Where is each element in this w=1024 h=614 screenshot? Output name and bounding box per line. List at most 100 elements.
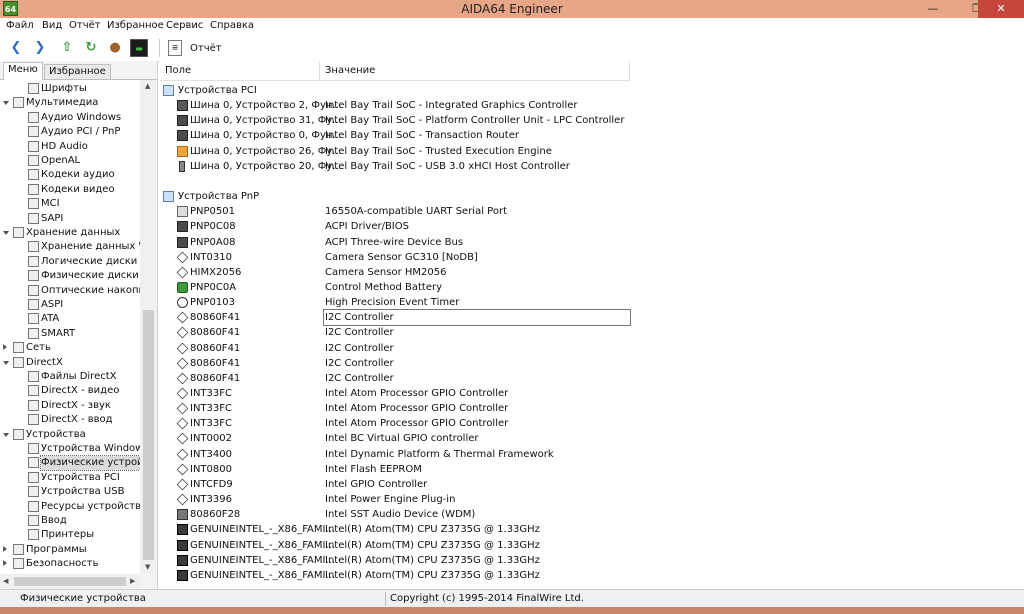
device-row[interactable]: INTCFD9 Intel GPIO Controller — [160, 477, 1024, 492]
tree-item[interactable]: ASPI — [0, 298, 140, 312]
tree-item[interactable]: Программы — [0, 543, 140, 557]
device-row[interactable]: PNP0C08 ACPI Driver/BIOS — [160, 219, 1024, 234]
menu-report[interactable]: Отчёт — [69, 20, 101, 31]
tree-item[interactable]: Хранение данных W — [0, 240, 140, 254]
tree-item[interactable]: Устройства Window — [0, 442, 140, 456]
collapse-toggle-icon[interactable] — [3, 101, 9, 106]
tree-item[interactable]: DirectX - видео — [0, 384, 140, 398]
scroll-left-icon[interactable]: ◀ — [3, 577, 8, 585]
tree-item[interactable]: DirectX — [0, 356, 140, 370]
device-row[interactable]: INT33FC Intel Atom Processor GPIO Control… — [160, 386, 1024, 401]
device-row[interactable]: GENUINEINTEL_-_X86_FAMI... Intel(R) Atom(… — [160, 553, 1024, 568]
tree-hscroll-thumb[interactable] — [14, 577, 126, 586]
device-row[interactable]: 80860F41 I2C Controller — [160, 341, 1024, 356]
device-row[interactable]: INT0002 Intel BC Virtual GPIO controller — [160, 431, 1024, 446]
menu-favorites[interactable]: Избранное — [107, 20, 164, 31]
menu-file[interactable]: Файл — [6, 20, 34, 31]
tree-item[interactable]: Ввод — [0, 514, 140, 528]
device-row[interactable]: 80860F41 I2C Controller — [160, 371, 1024, 386]
tree-item[interactable]: Устройства PCI — [0, 471, 140, 485]
tree-item[interactable]: Хранение данных — [0, 226, 140, 240]
tab-menu[interactable]: Меню — [3, 62, 43, 80]
tree-item[interactable]: Сеть — [0, 341, 140, 355]
users-icon[interactable]: ● — [106, 39, 124, 57]
scroll-right-icon[interactable]: ▶ — [130, 577, 135, 585]
expand-toggle-icon[interactable] — [3, 560, 7, 567]
menu-service[interactable]: Сервис — [166, 20, 203, 31]
device-row[interactable]: GENUINEINTEL_-_X86_FAMI... Intel(R) Atom(… — [160, 568, 1024, 583]
tree-scroll-thumb[interactable] — [143, 310, 154, 560]
device-row[interactable]: Шина 0, Устройство 31, Фу... Intel Bay Tr… — [160, 113, 1024, 128]
device-row[interactable]: HIMX2056 Camera Sensor HM2056 — [160, 265, 1024, 280]
device-row[interactable]: INT0800 Intel Flash EEPROM — [160, 462, 1024, 477]
expand-toggle-icon[interactable] — [3, 545, 7, 552]
tree-item[interactable]: MCI — [0, 197, 140, 211]
scroll-down-icon[interactable]: ▼ — [145, 563, 150, 571]
report-button[interactable]: Отчёт — [190, 43, 222, 54]
tree-item[interactable]: Физические устрой — [0, 455, 140, 472]
device-row[interactable]: PNP0103 High Precision Event Timer — [160, 295, 1024, 310]
tree-item[interactable]: Физические диски — [0, 269, 140, 283]
device-row[interactable]: 80860F41 I2C Controller — [160, 325, 1024, 340]
device-row[interactable]: PNP0A08 ACPI Three-wire Device Bus — [160, 235, 1024, 250]
tree-item[interactable]: Оптические накопи — [0, 284, 140, 298]
menu-view[interactable]: Вид — [42, 20, 62, 31]
device-row[interactable]: INT3400 Intel Dynamic Platform & Thermal … — [160, 447, 1024, 462]
tree-item[interactable]: SMART — [0, 327, 140, 341]
device-row[interactable]: GENUINEINTEL_-_X86_FAMI... Intel(R) Atom(… — [160, 522, 1024, 537]
monitor-icon[interactable]: ▬ — [130, 39, 148, 57]
tree-item[interactable]: Мультимедиа — [0, 96, 140, 110]
tab-favorites[interactable]: Избранное — [44, 64, 111, 79]
tree-item[interactable]: Аудио PCI / PnP — [0, 125, 140, 139]
refresh-icon[interactable]: ↻ — [82, 39, 100, 57]
tree-item[interactable]: Логические диски — [0, 255, 140, 269]
tree-item[interactable]: Ресурсы устройств — [0, 500, 140, 514]
report-icon[interactable]: ≡ — [168, 40, 182, 56]
forward-arrow-icon[interactable]: ❯ — [31, 39, 49, 57]
back-arrow-icon[interactable]: ❮ — [7, 39, 25, 57]
tree-horizontal-scrollbar[interactable]: ◀ ▶ — [0, 574, 140, 589]
device-row[interactable]: Шина 0, Устройство 2, Фун... Intel Bay Tr… — [160, 98, 1024, 113]
scroll-up-icon[interactable]: ▲ — [145, 82, 150, 90]
menu-help[interactable]: Справка — [210, 20, 254, 31]
collapse-toggle-icon[interactable] — [3, 231, 9, 235]
collapse-toggle-icon[interactable] — [3, 360, 9, 365]
column-header-value[interactable]: Значение — [320, 61, 630, 81]
expand-toggle-icon[interactable] — [3, 344, 7, 351]
tree-item[interactable]: DirectX - звук — [0, 399, 140, 413]
tree-item[interactable]: HD Audio — [0, 140, 140, 154]
up-arrow-icon[interactable]: ⇧ — [58, 39, 76, 57]
tree-vertical-scrollbar[interactable]: ▲ ▼ — [140, 80, 157, 574]
column-header-field[interactable]: Поле — [160, 61, 320, 81]
device-row[interactable]: 80860F41 I2C Controller — [160, 356, 1024, 371]
tree-item[interactable]: OpenAL — [0, 154, 140, 168]
device-row[interactable]: PNP0C0A Control Method Battery — [160, 280, 1024, 295]
tree-item[interactable]: Файлы DirectX — [0, 370, 140, 384]
device-row[interactable]: INT3396 Intel Power Engine Plug-in — [160, 492, 1024, 507]
tree-item[interactable]: Безопасность — [0, 557, 140, 571]
tree-item[interactable]: DirectX - ввод — [0, 413, 140, 427]
device-row[interactable]: 80860F28 Intel SST Audio Device (WDM) — [160, 507, 1024, 522]
tree-item[interactable]: SAPI — [0, 212, 140, 226]
device-row[interactable]: Шина 0, Устройство 0, Фун... Intel Bay Tr… — [160, 128, 1024, 143]
group-header[interactable]: Устройства PnP — [160, 189, 1024, 204]
group-header[interactable]: Устройства PCI — [160, 83, 1024, 98]
device-row[interactable]: GENUINEINTEL_-_X86_FAMI... Intel(R) Atom(… — [160, 538, 1024, 553]
device-row[interactable]: Шина 0, Устройство 26, Фу... Intel Bay Tr… — [160, 144, 1024, 159]
collapse-toggle-icon[interactable] — [3, 432, 9, 437]
device-row[interactable]: INT33FC Intel Atom Processor GPIO Control… — [160, 416, 1024, 431]
minimize-button[interactable]: — — [918, 0, 948, 18]
tree-item[interactable]: Шрифты — [0, 82, 140, 96]
device-row[interactable]: Шина 0, Устройство 20, Фу... Intel Bay Tr… — [160, 159, 1024, 174]
device-row[interactable]: 80860F41 I2C Controller — [160, 309, 1024, 327]
tree-item[interactable]: Устройства — [0, 428, 140, 442]
tree-item[interactable]: Аудио Windows — [0, 111, 140, 125]
tree-item[interactable]: Кодеки аудио — [0, 168, 140, 182]
tree-item[interactable]: Устройства USB — [0, 485, 140, 499]
device-row[interactable]: PNP0501 16550A-compatible UART Serial Por… — [160, 204, 1024, 219]
tree-item[interactable]: Принтеры — [0, 528, 140, 542]
tree-item[interactable]: ATA — [0, 312, 140, 326]
device-row[interactable]: INT33FC Intel Atom Processor GPIO Control… — [160, 401, 1024, 416]
navigation-tree[interactable]: Шрифты Мультимедиа Аудио Windows Аудио PCI … — [0, 80, 140, 574]
device-row[interactable]: INT0310 Camera Sensor GC310 [NoDB] — [160, 250, 1024, 265]
